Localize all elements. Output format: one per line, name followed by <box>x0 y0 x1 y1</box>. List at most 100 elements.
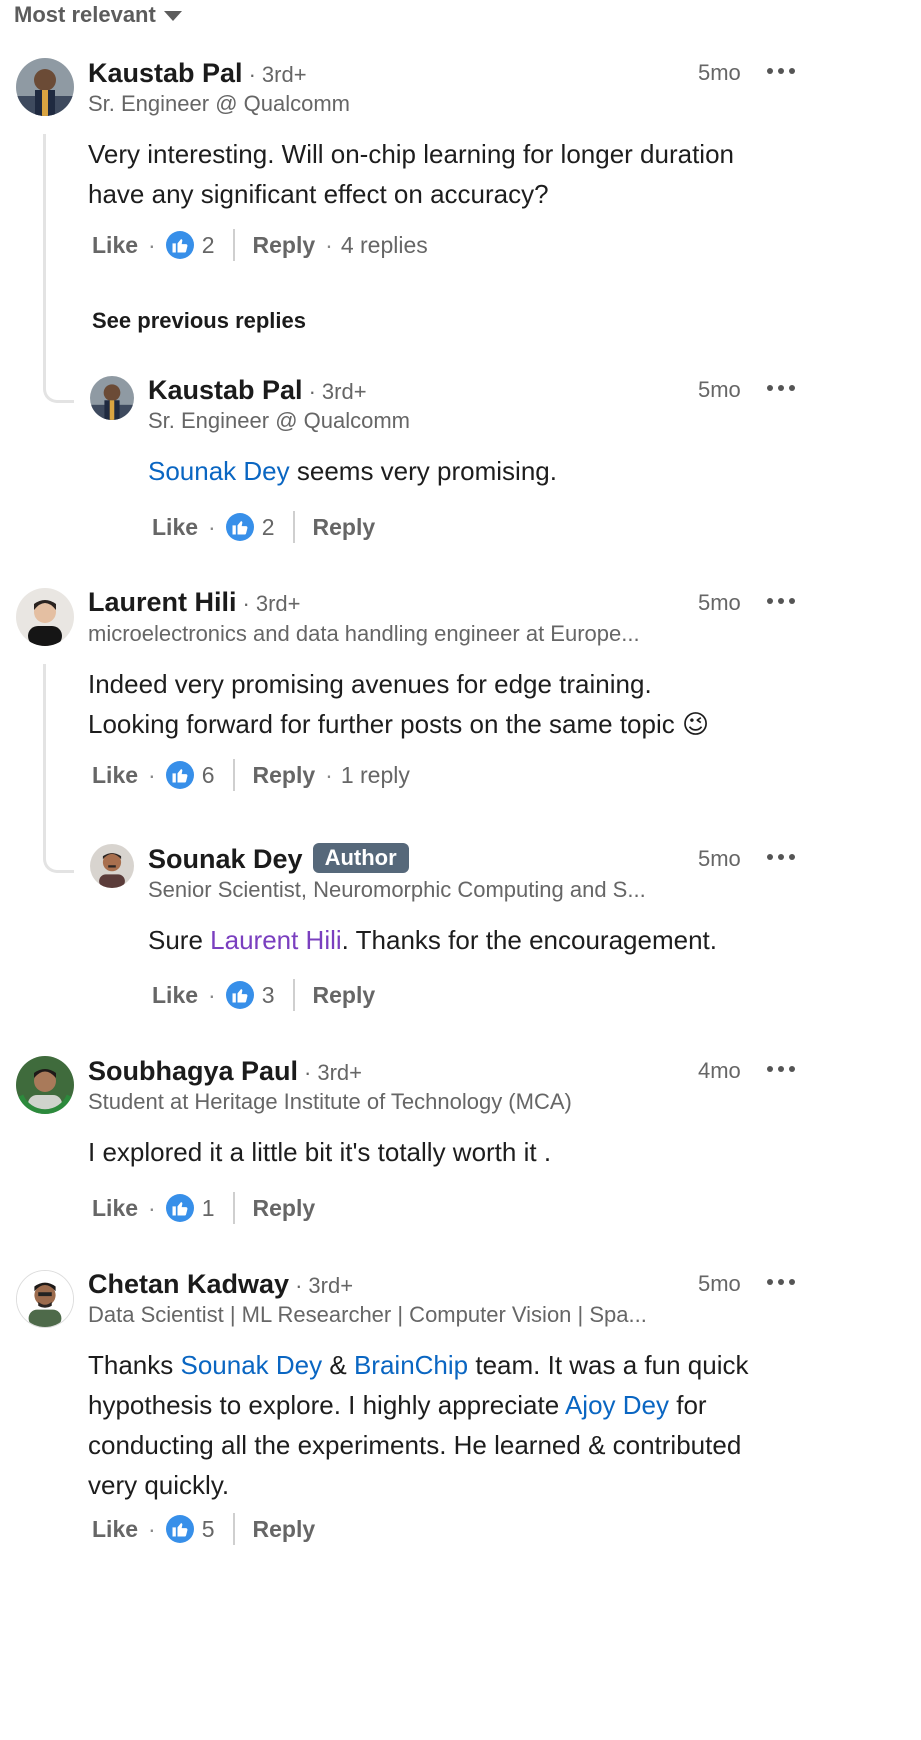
comment-actions: Like · 2 Reply <box>152 509 375 545</box>
comment-time: 5mo <box>698 846 741 871</box>
like-button[interactable]: Like <box>92 1516 138 1543</box>
commenter-name[interactable]: Sounak Dey Author <box>148 843 409 875</box>
comment-time: 5mo <box>698 590 741 615</box>
like-thumb-icon[interactable] <box>165 1194 194 1222</box>
comment-body: Indeed very promising avenues for edge t… <box>88 664 788 744</box>
commenter-name[interactable]: Chetan Kadway · 3rd+ <box>88 1269 353 1300</box>
mention-link[interactable]: Laurent Hili <box>210 925 342 955</box>
comment-body: Thanks Sounak Dey & BrainChip team. It w… <box>88 1345 778 1505</box>
replies-count[interactable]: 4 replies <box>341 232 428 259</box>
reaction-count[interactable]: 2 <box>262 514 275 541</box>
author-badge: Author <box>312 843 409 873</box>
comment-text: Indeed very promising avenues for edge t… <box>88 669 652 699</box>
comment-text: Thanks <box>88 1350 181 1380</box>
like-thumb-icon[interactable] <box>225 981 254 1009</box>
more-options-icon[interactable] <box>767 68 795 74</box>
reaction-count[interactable]: 6 <box>202 762 215 789</box>
divider <box>232 759 235 791</box>
more-options-icon[interactable] <box>767 854 795 860</box>
comment-text: & <box>322 1350 354 1380</box>
reply-button[interactable]: Reply <box>253 232 316 259</box>
avatar[interactable] <box>16 1270 74 1328</box>
comment-time: 5mo <box>698 1271 741 1296</box>
mention-link[interactable]: Sounak Dey <box>148 456 290 486</box>
comment-actions: Like · 3 Reply <box>152 977 375 1013</box>
more-options-icon[interactable] <box>767 1066 795 1072</box>
avatar[interactable] <box>90 844 134 888</box>
like-thumb-icon[interactable] <box>225 513 254 541</box>
commenter-name-text[interactable]: Chetan Kadway <box>88 1269 289 1299</box>
like-button[interactable]: Like <box>92 762 138 789</box>
comment-body: Sure Laurent Hili. Thanks for the encour… <box>148 920 788 960</box>
commenter-name[interactable]: Kaustab Pal · 3rd+ <box>88 58 307 89</box>
thread-line <box>43 134 74 403</box>
reply-button[interactable]: Reply <box>313 514 376 541</box>
commenter-name[interactable]: Laurent Hili · 3rd+ <box>88 587 301 618</box>
comment-actions: Like · 6 Reply · 1 reply <box>92 757 410 793</box>
like-button[interactable]: Like <box>92 232 138 259</box>
comment-actions: Like · 1 Reply <box>92 1190 315 1226</box>
commenter-headline: microelectronics and data handling engin… <box>88 621 640 646</box>
comment-text: seems very promising. <box>289 456 557 486</box>
commenter-headline: Data Scientist | ML Researcher | Compute… <box>88 1302 647 1327</box>
connection-degree: · 3rd+ <box>242 591 301 616</box>
like-button[interactable]: Like <box>92 1195 138 1222</box>
divider <box>292 979 295 1011</box>
reaction-count[interactable]: 2 <box>202 232 215 259</box>
commenter-name-text[interactable]: Laurent Hili <box>88 587 237 617</box>
mention-link[interactable]: Sounak Dey <box>181 1350 323 1380</box>
replies-count[interactable]: 1 reply <box>341 762 410 789</box>
mention-link[interactable]: BrainChip <box>354 1350 468 1380</box>
connection-degree: · 3rd+ <box>295 1273 354 1298</box>
more-options-icon[interactable] <box>767 1279 795 1285</box>
commenter-name[interactable]: Soubhagya Paul · 3rd+ <box>88 1056 362 1087</box>
avatar[interactable] <box>90 376 134 420</box>
caret-down-icon <box>163 11 182 21</box>
separator-dot: · <box>325 231 333 258</box>
like-button[interactable]: Like <box>152 514 198 541</box>
separator-dot: · <box>208 981 216 1008</box>
more-options-icon[interactable] <box>767 385 795 391</box>
divider <box>232 1192 235 1224</box>
reaction-count[interactable]: 5 <box>202 1516 215 1543</box>
commenter-headline: Sr. Engineer @ Qualcomm <box>88 91 350 116</box>
like-thumb-icon[interactable] <box>165 1515 194 1543</box>
avatar[interactable] <box>16 588 74 646</box>
commenter-name-text[interactable]: Kaustab Pal <box>88 58 243 88</box>
separator-dot: · <box>148 1515 156 1542</box>
more-options-icon[interactable] <box>767 598 795 604</box>
commenter-name[interactable]: Kaustab Pal · 3rd+ <box>148 375 367 406</box>
thread-line <box>43 664 74 873</box>
avatar[interactable] <box>16 58 74 116</box>
comment-time: 4mo <box>698 1058 741 1083</box>
mention-link[interactable]: Ajoy Dey <box>565 1390 669 1420</box>
like-thumb-icon[interactable] <box>165 231 194 259</box>
degree-text: 3rd+ <box>317 1060 363 1085</box>
commenter-headline: Senior Scientist, Neuromorphic Computing… <box>148 877 646 902</box>
avatar[interactable] <box>16 1056 74 1114</box>
comment-body: Sounak Dey seems very promising. <box>148 451 788 491</box>
comment-body: I explored it a little bit it's totally … <box>88 1137 552 1167</box>
see-previous-replies-button[interactable]: See previous replies <box>92 308 306 334</box>
commenter-name-text[interactable]: Sounak Dey <box>148 844 303 874</box>
separator-dot: · <box>148 231 156 258</box>
reaction-count[interactable]: 3 <box>262 982 275 1009</box>
divider <box>232 1513 235 1545</box>
reply-button[interactable]: Reply <box>253 762 316 789</box>
comment-time: 5mo <box>698 377 741 402</box>
reaction-count[interactable]: 1 <box>202 1195 215 1222</box>
like-button[interactable]: Like <box>152 982 198 1009</box>
commenter-name-text[interactable]: Soubhagya Paul <box>88 1056 298 1086</box>
reply-button[interactable]: Reply <box>253 1195 316 1222</box>
degree-text: 3rd+ <box>308 1273 354 1298</box>
commenter-name-text[interactable]: Kaustab Pal <box>148 375 303 405</box>
separator-dot: · <box>148 761 156 788</box>
reply-button[interactable]: Reply <box>313 982 376 1009</box>
comment-time: 5mo <box>698 60 741 85</box>
reply-button[interactable]: Reply <box>253 1516 316 1543</box>
commenter-headline: Sr. Engineer @ Qualcomm <box>148 408 410 433</box>
like-thumb-icon[interactable] <box>165 761 194 789</box>
comment-text: . Thanks for the encouragement. <box>341 925 717 955</box>
sort-dropdown[interactable]: Most relevant <box>14 2 182 28</box>
degree-text: 3rd+ <box>261 62 307 87</box>
